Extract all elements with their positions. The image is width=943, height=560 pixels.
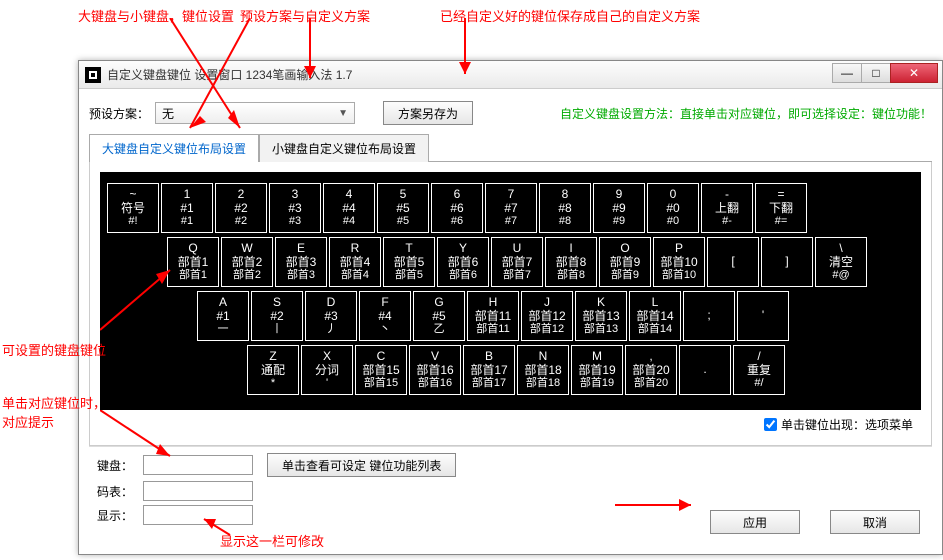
key-8[interactable]: 8#8#8 (539, 183, 591, 233)
key-s[interactable]: S#2丨 (251, 291, 303, 341)
display-field-label: 显示： (97, 507, 143, 524)
key-1[interactable]: 1#1#1 (161, 183, 213, 233)
preset-value: 无 (162, 105, 174, 122)
titlebar: 自定义键盘键位 设置窗口 1234笔画输入法 1.7 — □ ✕ (79, 61, 942, 89)
app-icon (85, 67, 101, 83)
key-z[interactable]: Z通配* (247, 345, 299, 395)
key-/[interactable]: /重复#/ (733, 345, 785, 395)
maximize-button[interactable]: □ (861, 63, 891, 83)
annotation-text: 可设置的键盘键位 (2, 340, 106, 359)
key-4[interactable]: 4#4#4 (323, 183, 375, 233)
help-text: 自定义键盘设置方法：直接单击对应键位，即可选择设定：键位功能！ (560, 105, 932, 122)
close-button[interactable]: ✕ (890, 63, 938, 83)
key-n[interactable]: N部首18部首18 (517, 345, 569, 395)
annotation-text: 显示这一栏可修改 (220, 531, 324, 550)
keyboard-field-label: 键盘： (97, 457, 143, 474)
cancel-button[interactable]: 取消 (830, 510, 920, 534)
key-p[interactable]: P部首10部首10 (653, 237, 705, 287)
key-e[interactable]: E部首3部首3 (275, 237, 327, 287)
key-k[interactable]: K部首13部首13 (575, 291, 627, 341)
key-c[interactable]: C部首15部首15 (355, 345, 407, 395)
key-r[interactable]: R部首4部首4 (329, 237, 381, 287)
key-i[interactable]: I部首8部首8 (545, 237, 597, 287)
key-0[interactable]: 0#0#0 (647, 183, 699, 233)
key-d[interactable]: D#3丿 (305, 291, 357, 341)
key-5[interactable]: 5#5#5 (377, 183, 429, 233)
annotation-text: 已经自定义好的键位保存成自己的自定义方案 (440, 6, 700, 25)
key-'[interactable]: ' (737, 291, 789, 341)
key-v[interactable]: V部首16部首16 (409, 345, 461, 395)
key-j[interactable]: J部首12部首12 (521, 291, 573, 341)
key-a[interactable]: A#1一 (197, 291, 249, 341)
key-~[interactable]: ~符号#! (107, 183, 159, 233)
key-2[interactable]: 2#2#2 (215, 183, 267, 233)
chevron-down-icon: ▼ (338, 108, 348, 119)
view-function-list-button[interactable]: 单击查看可设定 键位功能列表 (267, 453, 456, 477)
key-b[interactable]: B部首17部首17 (463, 345, 515, 395)
display-field[interactable] (143, 505, 253, 525)
key-\[interactable]: \清空#@ (815, 237, 867, 287)
key-h[interactable]: H部首11部首11 (467, 291, 519, 341)
window-title: 自定义键盘键位 设置窗口 1234笔画输入法 1.7 (107, 66, 352, 83)
key-7[interactable]: 7#7#7 (485, 183, 537, 233)
tab-big-keyboard[interactable]: 大键盘自定义键位布局设置 (89, 134, 259, 162)
dialog-window: 自定义键盘键位 设置窗口 1234笔画输入法 1.7 — □ ✕ 预设方案： 无… (78, 60, 943, 555)
annotation-text: 单击对应键位时， 对应提示 (2, 393, 106, 431)
apply-button[interactable]: 应用 (710, 510, 800, 534)
key-[[interactable]: [ (707, 237, 759, 287)
show-menu-label: 单击键位出现：选项菜单 (781, 416, 913, 433)
key-3[interactable]: 3#3#3 (269, 183, 321, 233)
key-m[interactable]: M部首19部首19 (571, 345, 623, 395)
key-,[interactable]: ,部首20部首20 (625, 345, 677, 395)
key-.[interactable]: . (679, 345, 731, 395)
key-x[interactable]: X分词' (301, 345, 353, 395)
show-menu-checkbox[interactable] (764, 418, 777, 431)
key-g[interactable]: G#5乙 (413, 291, 465, 341)
code-field[interactable] (143, 481, 253, 501)
key-=[interactable]: =下翻#= (755, 183, 807, 233)
key-q[interactable]: Q部首1部首1 (167, 237, 219, 287)
key-9[interactable]: 9#9#9 (593, 183, 645, 233)
key-y[interactable]: Y部首6部首6 (437, 237, 489, 287)
annotation-text: 预设方案与自定义方案 (240, 6, 370, 25)
key-t[interactable]: T部首5部首5 (383, 237, 435, 287)
key-6[interactable]: 6#6#6 (431, 183, 483, 233)
key-w[interactable]: W部首2部首2 (221, 237, 273, 287)
save-as-button[interactable]: 方案另存为 (383, 101, 473, 125)
tab-small-keyboard[interactable]: 小键盘自定义键位布局设置 (259, 134, 429, 162)
keyboard-field[interactable] (143, 455, 253, 475)
preset-label: 预设方案： (89, 105, 149, 122)
key-f[interactable]: F#4丶 (359, 291, 411, 341)
key-u[interactable]: U部首7部首7 (491, 237, 543, 287)
key-o[interactable]: O部首9部首9 (599, 237, 651, 287)
key-;[interactable]: ; (683, 291, 735, 341)
minimize-button[interactable]: — (832, 63, 862, 83)
key-l[interactable]: L部首14部首14 (629, 291, 681, 341)
key-][interactable]: ] (761, 237, 813, 287)
preset-select[interactable]: 无 ▼ (155, 102, 355, 124)
annotation-text: 大键盘与小键盘，键位设置 (78, 6, 234, 25)
key--[interactable]: -上翻#- (701, 183, 753, 233)
keyboard-panel: ~符号#!1#1#12#2#23#3#34#4#45#5#56#6#67#7#7… (100, 172, 921, 410)
code-field-label: 码表： (97, 483, 143, 500)
